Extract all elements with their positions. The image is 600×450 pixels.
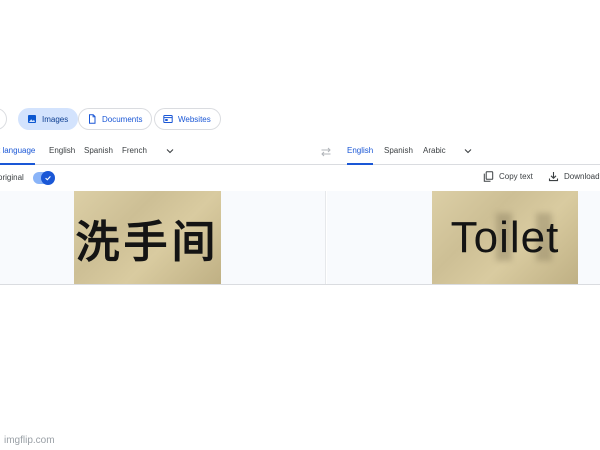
download-label: Download <box>564 172 600 181</box>
source-lang-french[interactable]: French <box>122 141 147 165</box>
show-original-toggle[interactable] <box>33 171 55 185</box>
image-icon <box>28 115 36 123</box>
website-icon <box>163 115 173 123</box>
mode-chip-documents[interactable]: Documents <box>78 108 153 130</box>
mode-chip-websites-label: Websites <box>178 114 211 124</box>
copy-text-label: Copy text <box>499 172 533 181</box>
mode-chip-websites[interactable]: Websites <box>154 108 221 130</box>
image-panels: 洗手间 Toilet <box>0 191 600 285</box>
mode-chips: xt Images Documents Websites <box>0 108 600 130</box>
translated-image: Toilet <box>432 191 578 284</box>
target-lang-english[interactable]: English <box>347 141 374 165</box>
translated-image-panel: Toilet <box>327 191 600 284</box>
target-lang-chevron-down-icon[interactable] <box>463 146 473 156</box>
source-lang-detect[interactable]: t language <box>0 141 36 165</box>
source-lang-spanish[interactable]: Spanish <box>84 141 113 165</box>
mode-chip-text[interactable]: xt <box>0 108 8 130</box>
swap-languages-icon[interactable] <box>320 146 332 158</box>
target-lang-spanish[interactable]: Spanish <box>384 141 413 165</box>
source-image-text: 洗手间 <box>75 216 220 268</box>
source-image-panel: 洗手间 <box>0 191 326 284</box>
document-icon <box>89 114 96 124</box>
copy-icon <box>483 171 494 182</box>
source-image: 洗手间 <box>74 191 221 284</box>
mode-chip-images[interactable]: Images <box>18 108 79 130</box>
mode-chip-documents-label: Documents <box>102 114 143 124</box>
watermark: imgflip.com <box>4 435 55 446</box>
download-icon <box>548 172 559 182</box>
download-button[interactable]: Download <box>548 171 600 182</box>
translated-image-text: Toilet <box>450 212 560 262</box>
toggle-knob <box>41 171 55 185</box>
check-icon <box>45 176 51 181</box>
mode-chip-images-label: Images <box>42 114 69 124</box>
source-lang-english[interactable]: English <box>49 141 75 165</box>
source-lang-chevron-down-icon[interactable] <box>165 146 175 156</box>
result-toolbar: original Copy text Download <box>0 166 600 191</box>
target-lang-arabic[interactable]: Arabic <box>423 141 446 165</box>
language-bar: t language English Spanish French Englis… <box>0 141 600 165</box>
copy-text-button[interactable]: Copy text <box>483 171 533 182</box>
show-original-label: original <box>0 173 24 182</box>
